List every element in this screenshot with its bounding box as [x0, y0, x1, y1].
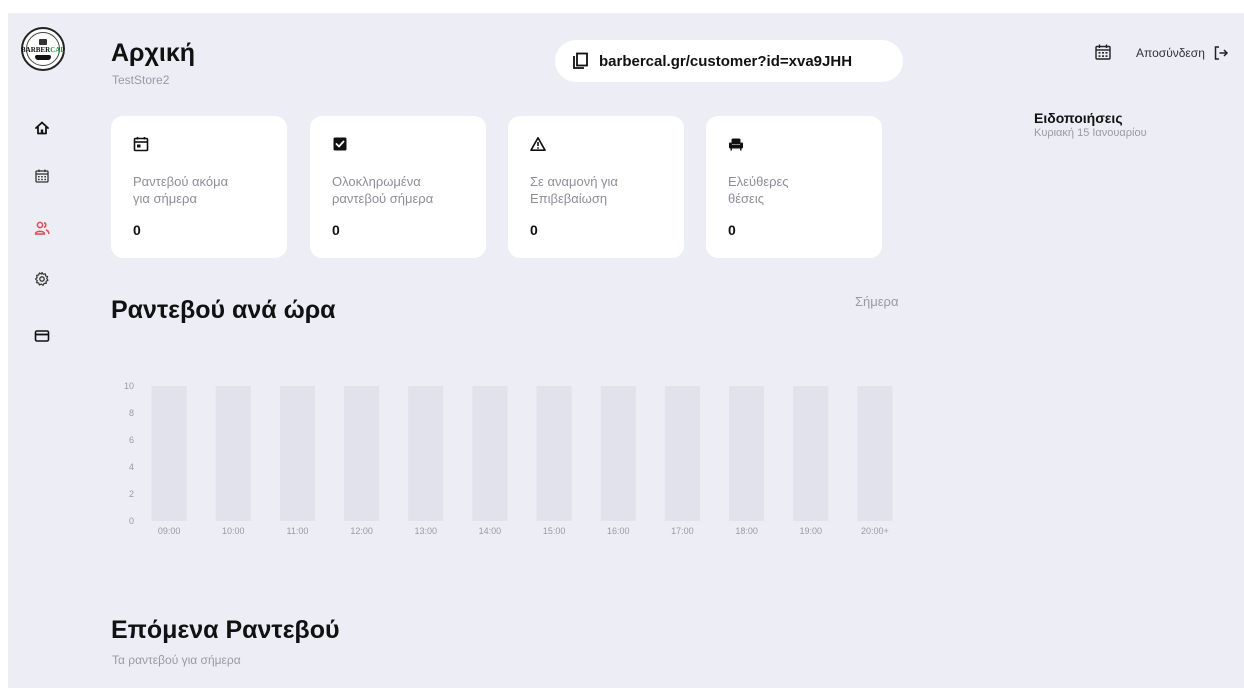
- stat-card-remaining-today: Ραντεβού ακόμα για σήμερα 0: [111, 116, 287, 258]
- armchair-icon: [729, 138, 743, 151]
- logout-icon[interactable]: [1213, 45, 1229, 61]
- bar-track: [729, 386, 765, 521]
- notifications-title: Ειδοποιήσεις: [1034, 110, 1123, 126]
- x-tick-label: 15:00: [543, 526, 566, 536]
- bar-chart-svg: 0 2 4 6 8 10 09:00 10:00 11:00 12:00 13:00 14:00 15:…: [124, 381, 893, 536]
- stat-label: Ολοκληρωμένα ραντεβού σήμερα: [332, 174, 434, 206]
- notifications-date: Κυριακή 15 Ιανουαρίου: [1034, 127, 1147, 139]
- credit-card-icon: [34, 330, 50, 342]
- sidebar-item-calendar[interactable]: [33, 167, 51, 185]
- y-tick-label: 2: [129, 489, 134, 499]
- gear-icon: [35, 271, 49, 286]
- bar-track: [664, 386, 700, 521]
- stat-card-pending-confirmation: Σε αναμονή για Επιβεβαίωση 0: [508, 116, 684, 258]
- stat-card-completed-today: Ολοκληρωμένα ραντεβού σήμερα 0: [310, 116, 486, 258]
- x-tick-label: 12:00: [350, 526, 373, 536]
- y-tick-label: 0: [129, 516, 134, 526]
- sidebar-item-settings[interactable]: [33, 270, 51, 288]
- bar-track: [344, 386, 380, 521]
- sidebar-item-customers[interactable]: [33, 219, 51, 237]
- y-tick-label: 4: [129, 462, 134, 472]
- bar-track: [472, 386, 508, 521]
- y-tick-label: 6: [129, 435, 134, 445]
- bar-track: [279, 386, 315, 521]
- sidebar: BARBERCAL: [8, 13, 78, 688]
- x-tick-label: 13:00: [414, 526, 437, 536]
- y-tick-label: 8: [129, 408, 134, 418]
- upcoming-title: Επόμενα Ραντεβού: [111, 616, 340, 644]
- chart-period-filter[interactable]: Σήμερα: [855, 294, 898, 309]
- chart-title: Ραντεβού ανά ώρα: [111, 296, 336, 324]
- warning-icon: [530, 137, 546, 151]
- logo-wordmark: BARBERCAL: [21, 45, 65, 54]
- calendar-icon: [35, 169, 49, 183]
- stat-card-free-slots: Ελεύθερες θέσεις 0: [706, 116, 882, 258]
- users-icon: [34, 221, 50, 235]
- sidebar-item-home[interactable]: [33, 119, 51, 137]
- stat-label: Σε αναμονή για Επιβεβαίωση: [530, 174, 618, 206]
- stat-label: Ραντεβού ακόμα για σήμερα: [133, 174, 229, 206]
- checkbox-checked-icon: [333, 137, 347, 151]
- y-tick-label: 10: [124, 381, 134, 391]
- x-tick-label: 19:00: [799, 526, 822, 536]
- upcoming-subtitle: Τα ραντεβού για σήμερα: [112, 653, 241, 667]
- copy-icon: [573, 52, 588, 69]
- x-tick-label: 18:00: [735, 526, 758, 536]
- sidebar-item-billing[interactable]: [33, 327, 51, 345]
- share-url-text: barbercal.gr/customer?id=xva9JHH: [599, 52, 853, 70]
- bar-track: [215, 386, 251, 521]
- brand-logo[interactable]: BARBERCAL: [21, 27, 65, 71]
- calendar-day-icon: [133, 137, 149, 152]
- x-tick-label: 09:00: [158, 526, 181, 536]
- bar-track: [857, 386, 893, 521]
- x-tick-label: 11:00: [286, 526, 308, 536]
- x-tick-label: 14:00: [479, 526, 502, 536]
- x-tick-label: 20:00+: [861, 526, 889, 536]
- bar-track: [600, 386, 636, 521]
- x-tick-label: 17:00: [671, 526, 694, 536]
- store-name: TestStore2: [112, 73, 170, 87]
- bar-track: [793, 386, 829, 521]
- page-title: Αρχική: [111, 39, 196, 67]
- stat-value: 0: [728, 222, 736, 238]
- bar-track: [408, 386, 444, 521]
- calendar-icon[interactable]: [1094, 43, 1112, 61]
- x-tick-label: 10:00: [222, 526, 245, 536]
- app-shell: BARBERCAL Αρχική TestStore2 barbercal.gr…: [8, 13, 1244, 688]
- appointments-per-hour-chart: 0 2 4 6 8 10 09:00 10:00 11:00 12:00 13:00 14:00 15:…: [120, 381, 910, 541]
- stat-value: 0: [332, 222, 340, 238]
- share-url-button[interactable]: barbercal.gr/customer?id=xva9JHH: [555, 40, 903, 82]
- stat-value: 0: [133, 222, 141, 238]
- bar-track: [151, 386, 187, 521]
- home-icon: [35, 121, 49, 135]
- x-tick-label: 16:00: [607, 526, 630, 536]
- bar-track: [536, 386, 572, 521]
- stat-value: 0: [530, 222, 538, 238]
- stat-label: Ελεύθερες θέσεις: [728, 174, 789, 206]
- logout-button[interactable]: Αποσύνδεση: [1136, 46, 1205, 60]
